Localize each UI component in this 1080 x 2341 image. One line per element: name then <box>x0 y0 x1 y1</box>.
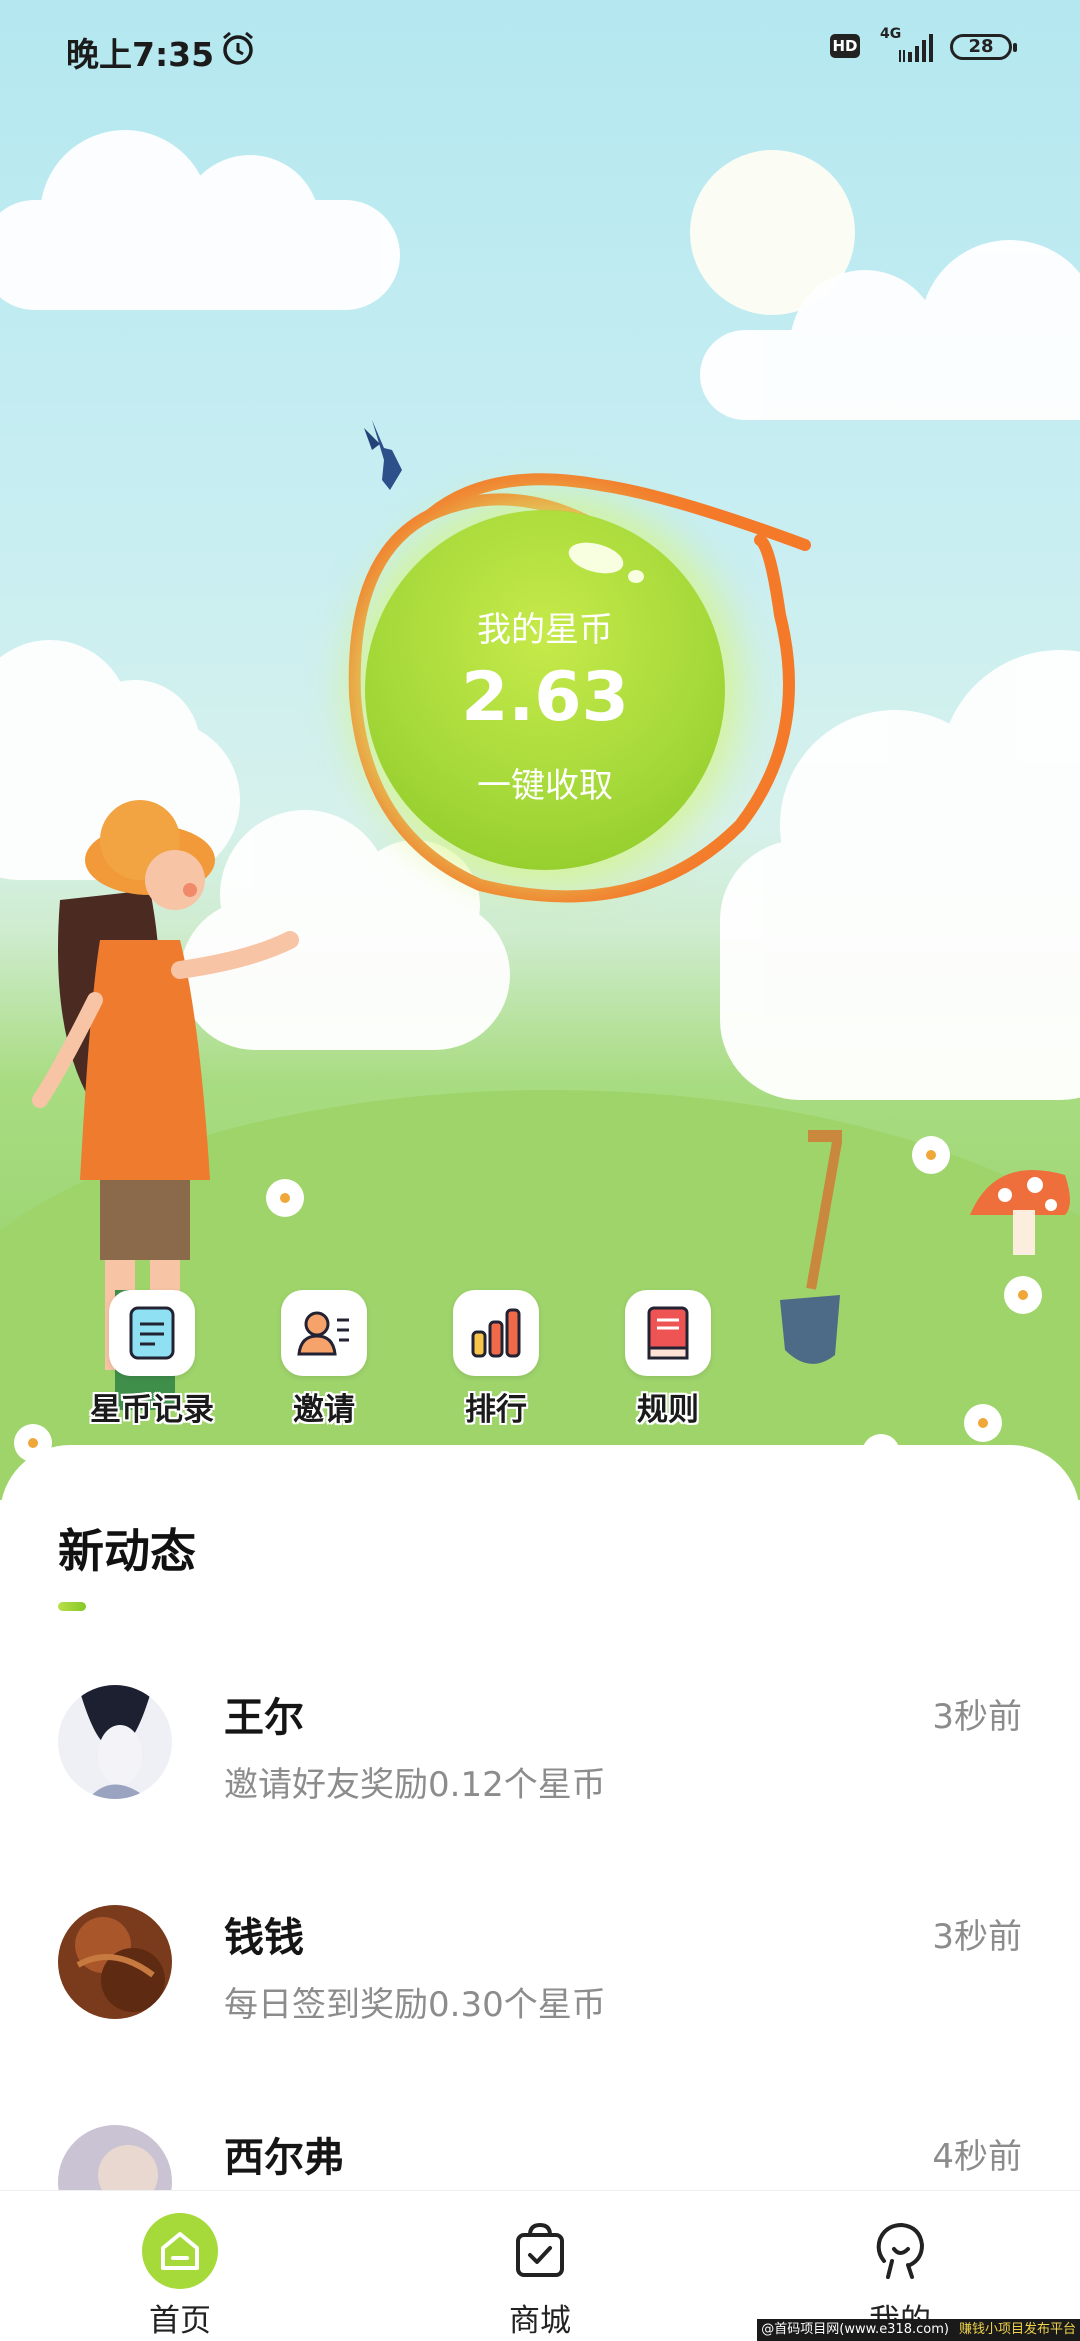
feed-title: 新动态 <box>58 1524 196 1578</box>
battery-indicator: 28 <box>950 34 1017 60</box>
watermark-right: 赚钱小项目发布平台 <box>958 2322 1076 2337</box>
profile-icon <box>862 2213 938 2289</box>
watermark-left: @首码项目网(www.e318.com) <box>761 2322 949 2337</box>
status-bar: 晚上7:35 HD 4G 28 <box>0 0 1080 100</box>
title-underline <box>58 1602 86 1611</box>
coin-balance: 2.63 <box>461 658 629 737</box>
coin-shine <box>565 537 627 579</box>
action-tile <box>281 1290 367 1376</box>
news-feed-panel: 新动态 王尔 邀请好友奖励0.12个星币 3秒前 钱钱 每日签到奖励0.30个星… <box>0 1445 1080 2205</box>
action-invite[interactable]: 邀请 <box>244 1290 404 1429</box>
bottom-navigation: 首页 商城 我的 @首码项目网(www.e318.com) 赚钱小项目发布平台 <box>0 2190 1080 2341</box>
action-label: 星币记录 <box>90 1392 214 1428</box>
action-label: 排行 <box>465 1392 527 1428</box>
action-coin-records[interactable]: 星币记录 <box>72 1290 232 1429</box>
activity-description: 邀请好友奖励0.12个星币 <box>224 1765 606 1805</box>
nav-mall[interactable]: 商城 <box>440 2191 640 2340</box>
avatar <box>58 1905 172 2019</box>
mushroom-illustration <box>970 1170 1070 1255</box>
ranking-icon <box>471 1308 521 1358</box>
record-icon <box>129 1306 175 1360</box>
feed-item[interactable]: 钱钱 每日签到奖励0.30个星币 3秒前 <box>0 1905 1080 2085</box>
activity-description: 每日签到奖励0.30个星币 <box>224 1985 606 2025</box>
action-tile <box>453 1290 539 1376</box>
user-name: 钱钱 <box>224 1915 304 1961</box>
shopping-bag-icon <box>502 2213 578 2289</box>
nav-label: 商城 <box>509 2303 571 2339</box>
signal-icon <box>899 34 933 62</box>
timestamp: 4秒前 <box>932 2137 1022 2177</box>
action-tile <box>109 1290 195 1376</box>
avatar <box>58 1685 172 1799</box>
user-name: 王尔 <box>224 1695 304 1741</box>
clock-time: 晚上7:35 <box>66 35 215 74</box>
alarm-icon <box>223 31 253 65</box>
hd-badge: HD <box>830 34 860 58</box>
coin-shine <box>628 570 644 583</box>
nav-home[interactable]: 首页 <box>80 2191 280 2340</box>
action-tile <box>625 1290 711 1376</box>
user-name: 西尔弗 <box>224 2135 344 2181</box>
quick-actions: 星币记录 邀请 排行 规则 <box>0 1290 1080 1430</box>
flower-decoration <box>918 1142 944 1168</box>
nav-label: 首页 <box>149 2303 211 2339</box>
star-coin-collect-button[interactable]: 我的星币 2.63 一键收取 <box>365 510 725 870</box>
feed-item[interactable]: 王尔 邀请好友奖励0.12个星币 3秒前 <box>0 1685 1080 1865</box>
action-rules[interactable]: 规则 <box>588 1290 748 1429</box>
watermark: @首码项目网(www.e318.com) 赚钱小项目发布平台 <box>757 2319 1080 2341</box>
cloud-decoration <box>0 130 400 310</box>
action-ranking[interactable]: 排行 <box>416 1290 576 1429</box>
action-label: 邀请 <box>293 1392 355 1428</box>
action-label: 规则 <box>637 1392 699 1428</box>
coin-label: 我的星币 <box>477 610 613 650</box>
invite-icon <box>297 1311 349 1356</box>
nav-profile[interactable]: 我的 <box>800 2191 1000 2340</box>
collect-all-label: 一键收取 <box>477 766 613 806</box>
home-icon <box>142 2213 218 2289</box>
timestamp: 3秒前 <box>932 1917 1022 1957</box>
timestamp: 3秒前 <box>932 1697 1022 1737</box>
rules-book-icon <box>647 1306 689 1360</box>
